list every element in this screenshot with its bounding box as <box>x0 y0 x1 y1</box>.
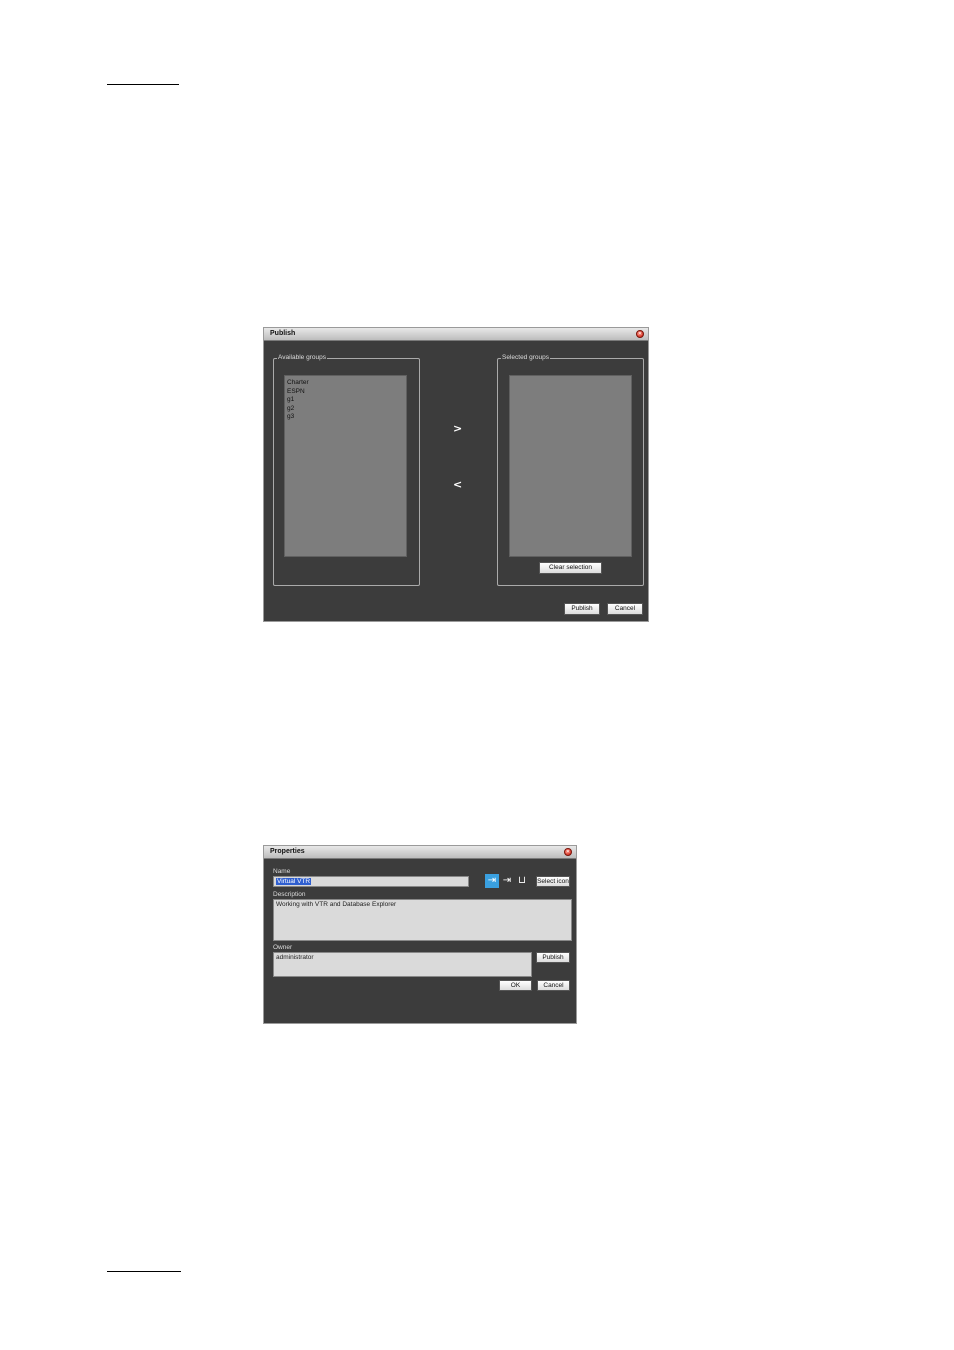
available-groups-list[interactable]: Charter ESPN g1 g2 g3 <box>284 375 407 557</box>
owner-label: Owner <box>273 944 293 951</box>
footer-rule <box>107 1271 181 1272</box>
description-label: Description <box>273 891 306 898</box>
ok-button[interactable]: OK <box>499 980 532 991</box>
name-value: Virtual VTR <box>276 878 312 885</box>
arrow-to-bar-icon: ⇥ <box>485 874 499 888</box>
list-item[interactable]: Charter <box>287 379 404 388</box>
list-item[interactable]: g1 <box>287 396 404 405</box>
arrow-to-bar-icon: ⇥ <box>502 875 512 886</box>
header-rule <box>107 84 179 85</box>
select-icon-button[interactable]: Select icon <box>536 876 570 887</box>
cancel-button[interactable]: Cancel <box>607 603 643 615</box>
properties-title: Properties <box>270 848 305 855</box>
list-item[interactable]: ESPN <box>287 388 404 397</box>
selected-groups-list[interactable] <box>509 375 632 557</box>
publish-titlebar[interactable]: Publish ✕ <box>264 328 648 341</box>
add-arrow-button[interactable]: > <box>453 422 462 435</box>
properties-dialog: Properties ✕ Name Virtual VTR ⇥ ⇥ ⊔ Sele… <box>263 845 577 1024</box>
owner-field[interactable]: administrator <box>273 952 532 977</box>
name-field[interactable]: Virtual VTR <box>273 876 469 887</box>
selected-groups-legend: Selected groups <box>502 354 549 361</box>
list-item[interactable]: g2 <box>287 405 404 414</box>
name-label: Name <box>273 868 291 875</box>
properties-cancel-button[interactable]: Cancel <box>537 980 570 991</box>
clear-selection-button[interactable]: Clear selection <box>539 562 602 574</box>
description-field[interactable]: Working with VTR and Database Explorer <box>273 899 572 941</box>
icon-preview: ⇥ ⇥ ⊔ <box>485 874 529 888</box>
properties-publish-button[interactable]: Publish <box>536 952 570 963</box>
properties-titlebar[interactable]: Properties ✕ <box>264 846 576 859</box>
bracket-icon: ⊔ <box>518 875 526 886</box>
list-item[interactable]: g3 <box>287 413 404 422</box>
publish-title: Publish <box>270 330 296 337</box>
publish-button[interactable]: Publish <box>564 603 600 615</box>
remove-arrow-button[interactable]: < <box>453 478 462 491</box>
close-icon[interactable]: ✕ <box>636 330 644 338</box>
publish-dialog: Publish ✕ Available groups Charter ESPN … <box>263 327 649 622</box>
close-icon[interactable]: ✕ <box>564 848 572 856</box>
available-groups-legend: Available groups <box>278 354 326 361</box>
